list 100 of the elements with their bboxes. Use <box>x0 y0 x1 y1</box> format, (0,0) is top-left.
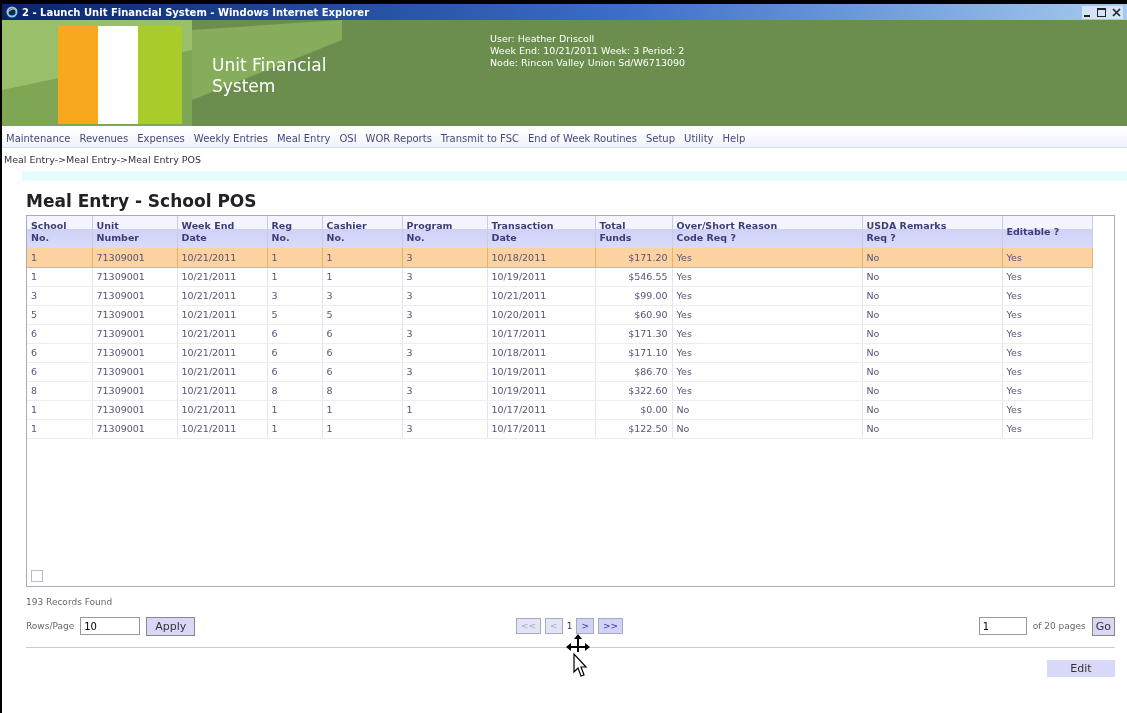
table-row[interactable]: 6 71309001 10/21/2011 6 6 3 10/19/2011 $86.70 Yes No Yes <box>27 362 1092 381</box>
table-cell: No <box>866 404 880 415</box>
table-cell: $60.90 <box>634 309 668 320</box>
table-cell: 1 <box>326 423 333 434</box>
table-cell: 10/21/2011 <box>181 271 237 282</box>
rows-per-page-field[interactable]: 10 <box>80 617 141 635</box>
column-header[interactable]: Unit Number <box>92 216 177 248</box>
column-header[interactable]: Cashier No. <box>322 216 402 248</box>
table-cell: $171.10 <box>628 347 668 358</box>
table-cell: 10/18/2011 <box>491 347 547 358</box>
table-cell: 71309001 <box>96 366 145 377</box>
table-cell: 10/19/2011 <box>491 385 547 396</box>
table-cell: 10/21/2011 <box>491 290 547 301</box>
column-header[interactable]: School No. <box>27 216 92 248</box>
menu-item[interactable]: Maintenance <box>6 133 71 144</box>
table-cell: 71309001 <box>96 290 145 301</box>
column-header[interactable]: USDA Remarks Req ? <box>862 216 1002 248</box>
menu-item[interactable]: Weekly Entries <box>193 133 268 144</box>
table-cell: 71309001 <box>96 328 145 339</box>
table-cell: 6 <box>31 347 38 358</box>
table-cell: 3 <box>326 290 333 301</box>
table-cell: 10/21/2011 <box>181 366 237 377</box>
table-cell: $99.00 <box>634 290 668 301</box>
menu-item[interactable]: Setup <box>645 133 676 144</box>
go-button[interactable]: Go <box>1091 616 1115 636</box>
table-cell: 10/19/2011 <box>491 271 547 282</box>
table-cell: No <box>866 347 880 358</box>
table-cell: 10/18/2011 <box>491 251 547 263</box>
resize-handle-icon[interactable] <box>31 570 43 582</box>
menu-item[interactable]: Meal Entry <box>276 133 331 144</box>
table-cell: Yes <box>676 309 692 320</box>
table-cell: 8 <box>271 385 278 396</box>
close-icon[interactable] <box>1110 5 1123 19</box>
table-cell: Yes <box>676 385 692 396</box>
table-row[interactable]: 5 71309001 10/21/2011 5 5 3 10/20/2011 $60.90 Yes No Yes <box>27 305 1092 324</box>
table-cell: 1 <box>31 271 38 282</box>
column-header[interactable]: Transaction Date <box>487 216 595 248</box>
menu-item[interactable]: Utility <box>684 133 714 144</box>
table-row[interactable]: 3 71309001 10/21/2011 3 3 3 10/21/2011 $99.00 Yes No Yes <box>27 286 1092 305</box>
table-cell: 10/21/2011 <box>181 251 237 263</box>
table-cell: Yes <box>676 347 692 358</box>
app-name: Unit Financial <box>212 55 328 76</box>
table-cell: 10/21/2011 <box>181 328 237 339</box>
table-cell: $86.70 <box>634 366 668 377</box>
menu-item[interactable]: Transmit to FSC <box>440 133 519 144</box>
table-row[interactable]: 1 71309001 10/21/2011 1 1 3 10/17/2011 $122.50 No No Yes <box>27 419 1092 438</box>
browser-icon <box>6 6 18 18</box>
table-cell: 1 <box>271 423 278 434</box>
menu-item[interactable]: WOR Reports <box>365 133 432 144</box>
table-cell: 1 <box>31 423 38 434</box>
table-row[interactable]: 1 71309001 10/21/2011 1 1 3 10/18/2011 $171.20 Yes No Yes <box>27 248 1092 267</box>
table-cell: 1 <box>271 271 278 282</box>
column-header[interactable]: Total Funds <box>595 216 672 248</box>
table-row[interactable]: 1 71309001 10/21/2011 1 1 3 10/19/2011 $546.55 Yes No Yes <box>27 267 1092 286</box>
pager-button[interactable]: >> <box>597 618 623 634</box>
column-header[interactable]: Program No. <box>402 216 487 248</box>
column-header[interactable]: Editable ? <box>1002 216 1092 248</box>
pager-button[interactable]: > <box>576 618 594 634</box>
table-cell: 10/21/2011 <box>181 347 237 358</box>
page-field[interactable]: 1 <box>978 617 1027 635</box>
menu-item[interactable]: Help <box>722 133 746 144</box>
table-cell: 6 <box>31 328 38 339</box>
user-name: User: Heather Driscoll <box>490 33 596 45</box>
table-cell: Yes <box>1006 423 1022 434</box>
table-cell: 3 <box>271 290 278 301</box>
menu-item[interactable]: Revenues <box>79 133 129 144</box>
table-cell: 6 <box>271 328 278 339</box>
app-name: System <box>212 76 277 97</box>
table-row[interactable]: 6 71309001 10/21/2011 6 6 3 10/17/2011 $171.30 Yes No Yes <box>27 324 1092 343</box>
column-header[interactable]: Week End Date <box>177 216 267 248</box>
page-count: of 20 pages <box>1032 621 1086 631</box>
table-cell: 3 <box>406 347 413 358</box>
table-cell: $122.50 <box>628 423 668 434</box>
table-cell: 1 <box>326 271 333 282</box>
table-cell: Yes <box>1006 366 1022 377</box>
column-header[interactable]: Reg No. <box>267 216 322 248</box>
menu-item[interactable]: Expenses <box>137 133 185 144</box>
apply-button[interactable]: Apply <box>146 616 196 636</box>
column-header[interactable]: Over/Short Reason Code Req ? <box>672 216 862 248</box>
table-cell: 10/21/2011 <box>181 423 237 434</box>
table-cell: 5 <box>31 309 38 320</box>
table-cell: 3 <box>31 290 38 301</box>
table-cell: 6 <box>271 366 278 377</box>
window-title: 2 - Launch Unit Financial System - Windows Internet Explorer <box>22 6 370 18</box>
table-cell: 5 <box>271 309 278 320</box>
table-cell: 10/17/2011 <box>491 328 547 339</box>
table-row[interactable]: 6 71309001 10/21/2011 6 6 3 10/18/2011 $171.10 Yes No Yes <box>27 343 1092 362</box>
table-cell: Yes <box>1006 385 1022 396</box>
table-cell: 10/21/2011 <box>181 404 237 415</box>
table-cell: Yes <box>1006 404 1022 415</box>
table-row[interactable]: 1 71309001 10/21/2011 1 1 1 10/17/2011 $0.00 No No Yes <box>27 400 1092 419</box>
table-cell: 10/21/2011 <box>181 385 237 396</box>
table-cell: 71309001 <box>96 423 145 434</box>
records-count: 193 Records Found <box>26 597 114 607</box>
table-cell: No <box>866 309 880 320</box>
edit-button[interactable]: Edit <box>1047 660 1115 677</box>
table-row[interactable]: 8 71309001 10/21/2011 8 8 3 10/19/2011 $322.60 Yes No Yes <box>27 381 1092 400</box>
menu-item[interactable]: OSI <box>339 133 357 144</box>
table-cell: 1 <box>31 251 38 263</box>
menu-item[interactable]: End of Week Routines <box>528 133 637 144</box>
